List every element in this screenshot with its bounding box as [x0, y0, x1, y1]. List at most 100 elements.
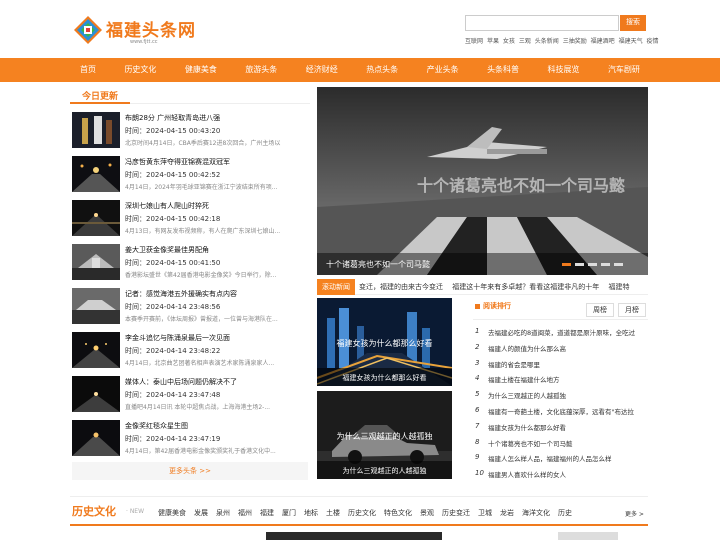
news-thumbnail[interactable] [72, 332, 120, 368]
tag-link[interactable]: 景观 [420, 508, 434, 518]
rank-title[interactable]: 福建人的颜值为什么那么高 [488, 343, 648, 353]
card-caption[interactable]: 为什么三观越正的人越孤独 [317, 466, 452, 476]
tag-link[interactable]: 福建 [260, 508, 274, 518]
nav-item-food[interactable]: 健康美食 [175, 58, 227, 82]
scroll-news-text[interactable]: 变迁，福建的由来古今变迁 福建这十年来有多卓越？看看这福建非凡的十年 福建特 [359, 282, 648, 292]
slider-caption[interactable]: 十个诸葛亮也不如一个司马懿 [326, 259, 430, 270]
news-thumbnail[interactable] [72, 112, 120, 148]
hotlink[interactable]: 互联网 [465, 38, 483, 45]
rank-title[interactable]: 福建男人喜欢什么样的女人 [488, 469, 648, 479]
site-logo[interactable]: 福建头条网 www.fjtt.cc [74, 14, 198, 48]
nav-item-travel[interactable]: 旅游头条 [235, 58, 287, 82]
news-thumbnail[interactable] [72, 244, 120, 280]
list-item[interactable]: 4 福建土楼在福建什么地方 [473, 372, 648, 388]
rank-title[interactable]: 十个诸葛亮也不如一个司马懿 [488, 438, 648, 448]
tag-link[interactable]: 特色文化 [384, 508, 412, 518]
tab-monthly[interactable]: 月榜 [618, 303, 646, 317]
tag-link[interactable]: 历史文化 [348, 508, 376, 518]
list-item[interactable]: 5 为什么三观越正的人越孤独 [473, 388, 648, 404]
news-title[interactable]: 李金斗追忆与陈涌泉最后一次见面 [125, 333, 310, 343]
list-item[interactable]: 9 福建人怎么样人品，福建福州的人品怎么样 [473, 451, 648, 467]
news-title[interactable]: 布朗28分 广州轻取青岛进八强 [125, 113, 310, 123]
rank-title[interactable]: 福建有一奇葩土楼，文化底蕴深厚，远看有"布达拉 [488, 406, 648, 416]
nav-item-hot[interactable]: 热点头条 [356, 58, 408, 82]
rank-title[interactable]: 去福建必吃的8道闽菜，道道都是原汁原味，全吃过 [488, 327, 648, 337]
rank-title[interactable]: 为什么三观越正的人越孤独 [488, 390, 648, 400]
list-item[interactable]: 7 福建女孩为什么都那么好看 [473, 420, 648, 436]
list-item[interactable]: 姜大卫获金像奖最佳男配角 时间：2024-04-15 00:41:50 香港影坛… [72, 242, 310, 286]
list-item[interactable]: 2 福建人的颜值为什么那么高 [473, 341, 648, 357]
hotlink[interactable]: 疫情 [647, 38, 659, 45]
news-thumbnail[interactable] [72, 376, 120, 412]
tag-link[interactable]: 厦门 [282, 508, 296, 518]
featured-slider[interactable]: 十个诸葛亮也不如一个司马懿 十个诸葛亮也不如一个司马懿 [317, 87, 648, 275]
history-more-link[interactable]: 更多 > [625, 509, 644, 518]
hotlink[interactable]: 三抽奖励 [563, 38, 587, 45]
list-item[interactable]: 媒体人：泰山中后场问题仍解决不了 时间：2024-04-14 23:47:48 … [72, 374, 310, 418]
slider-dot[interactable] [614, 263, 623, 266]
news-title[interactable]: 媒体人：泰山中后场问题仍解决不了 [125, 377, 310, 387]
nav-item-history[interactable]: 历史文化 [114, 58, 166, 82]
news-thumbnail[interactable] [72, 288, 120, 324]
feature-card[interactable]: 为什么三观越正的人越孤独 为什么三观越正的人越孤独 [317, 391, 452, 479]
news-title[interactable]: 记者：感觉海港五外援确实有点内容 [125, 289, 310, 299]
nav-item-tech[interactable]: 科技展览 [538, 58, 590, 82]
hotlink[interactable]: 苹果 [487, 38, 499, 45]
list-item[interactable]: 6 福建有一奇葩土楼，文化底蕴深厚，远看有"布达拉 [473, 404, 648, 420]
list-item[interactable]: 冯彦哲黄东萍夺得亚锦赛混双冠军 时间：2024-04-15 00:42:52 4… [72, 154, 310, 198]
card-caption[interactable]: 福建女孩为什么都那么好看 [317, 373, 452, 383]
rank-title[interactable]: 福建人怎么样人品，福建福州的人品怎么样 [488, 453, 648, 463]
ranking-list: 1 去福建必吃的8道闽菜，道道都是原汁原味，全吃过 2 福建人的颜值为什么那么高 3… [473, 325, 648, 483]
hotlink[interactable]: 女孩 [503, 38, 515, 45]
more-news-button[interactable]: 更多头条 >> [72, 462, 308, 480]
tag-link[interactable]: 卫城 [478, 508, 492, 518]
nav-item-finance[interactable]: 经济财经 [296, 58, 348, 82]
slider-dot[interactable] [562, 263, 571, 266]
nav-item-home[interactable]: 首页 [70, 58, 106, 82]
news-title[interactable]: 冯彦哲黄东萍夺得亚锦赛混双冠军 [125, 157, 310, 167]
tag-link[interactable]: 海洋文化 [522, 508, 550, 518]
list-item[interactable]: 布朗28分 广州轻取青岛进八强 时间：2024-04-15 00:43:20 北… [72, 110, 310, 154]
list-item[interactable]: 记者：感觉海港五外援确实有点内容 时间：2024-04-14 23:48:56 … [72, 286, 310, 330]
hotlink[interactable]: 三观 [519, 38, 531, 45]
tag-link[interactable]: 历史变迁 [442, 508, 470, 518]
tag-link[interactable]: 泉州 [216, 508, 230, 518]
slider-dot[interactable] [588, 263, 597, 266]
list-item[interactable]: 8 十个诸葛亮也不如一个司马懿 [473, 436, 648, 452]
tag-link[interactable]: 健康美食 [158, 508, 186, 518]
tab-weekly[interactable]: 周榜 [586, 303, 614, 317]
search-button[interactable]: 搜索 [620, 15, 646, 31]
slider-dot[interactable] [575, 263, 584, 266]
list-item[interactable]: 金像奖红毯众星生图 时间：2024-04-14 23:47:19 4月14日，第… [72, 418, 310, 462]
tag-link[interactable]: 土楼 [326, 508, 340, 518]
news-thumbnail[interactable] [72, 200, 120, 236]
search-input[interactable] [465, 15, 619, 31]
list-item[interactable]: 李金斗追忆与陈涌泉最后一次见面 时间：2024-04-14 23:48:22 4… [72, 330, 310, 374]
tag-link[interactable]: 福州 [238, 508, 252, 518]
rank-title[interactable]: 福建土楼在福建什么地方 [488, 374, 648, 384]
news-thumbnail[interactable] [72, 420, 120, 456]
nav-item-industry[interactable]: 产业头条 [417, 58, 469, 82]
news-title[interactable]: 深圳七娘山有人爬山时猝死 [125, 201, 310, 211]
rank-title[interactable]: 福建的省会是哪里 [488, 359, 648, 369]
list-item[interactable]: 3 福建的省会是哪里 [473, 357, 648, 373]
tag-link[interactable]: 发展 [194, 508, 208, 518]
rank-title[interactable]: 福建女孩为什么都那么好看 [488, 422, 648, 432]
nav-item-auto[interactable]: 汽车剧研 [598, 58, 650, 82]
history-title[interactable]: 历史文化 [72, 503, 116, 519]
news-thumbnail[interactable] [72, 156, 120, 192]
list-item[interactable]: 1 去福建必吃的8道闽菜，道道都是原汁原味，全吃过 [473, 325, 648, 341]
hotlink[interactable]: 福建酒吧 [591, 38, 615, 45]
nav-item-science[interactable]: 头条科普 [477, 58, 529, 82]
tag-link[interactable]: 龙岩 [500, 508, 514, 518]
hotlink[interactable]: 头条新闻 [535, 38, 559, 45]
news-title[interactable]: 金像奖红毯众星生图 [125, 421, 310, 431]
news-title[interactable]: 姜大卫获金像奖最佳男配角 [125, 245, 310, 255]
feature-card[interactable]: 福建女孩为什么都那么好看 福建女孩为什么都那么好看 [317, 298, 452, 386]
hotlink[interactable]: 福建天气 [619, 38, 643, 45]
list-item[interactable]: 深圳七娘山有人爬山时猝死 时间：2024-04-15 00:42:18 4月13… [72, 198, 310, 242]
slider-dot[interactable] [601, 263, 610, 266]
list-item[interactable]: 10 福建男人喜欢什么样的女人 [473, 467, 648, 483]
tag-link[interactable]: 地标 [304, 508, 318, 518]
tag-link[interactable]: 历史 [558, 508, 572, 518]
